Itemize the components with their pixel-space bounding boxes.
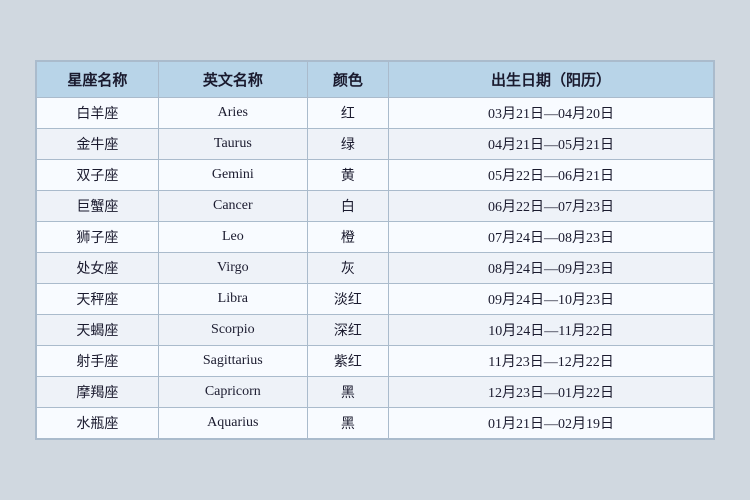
cell-color: 绿 xyxy=(307,129,388,160)
cell-date: 07月24日—08月23日 xyxy=(389,222,714,253)
cell-en: Aquarius xyxy=(158,408,307,439)
cell-cn: 射手座 xyxy=(37,346,159,377)
cell-date: 01月21日—02月19日 xyxy=(389,408,714,439)
header-color: 颜色 xyxy=(307,62,388,98)
cell-cn: 天秤座 xyxy=(37,284,159,315)
cell-en: Aries xyxy=(158,98,307,129)
cell-color: 深红 xyxy=(307,315,388,346)
cell-date: 11月23日—12月22日 xyxy=(389,346,714,377)
cell-color: 橙 xyxy=(307,222,388,253)
cell-cn: 水瓶座 xyxy=(37,408,159,439)
table-row: 白羊座Aries红03月21日—04月20日 xyxy=(37,98,714,129)
table-row: 天秤座Libra淡红09月24日—10月23日 xyxy=(37,284,714,315)
table-row: 天蝎座Scorpio深红10月24日—11月22日 xyxy=(37,315,714,346)
cell-color: 黑 xyxy=(307,377,388,408)
cell-en: Gemini xyxy=(158,160,307,191)
cell-en: Scorpio xyxy=(158,315,307,346)
cell-cn: 摩羯座 xyxy=(37,377,159,408)
table-row: 水瓶座Aquarius黑01月21日—02月19日 xyxy=(37,408,714,439)
cell-date: 03月21日—04月20日 xyxy=(389,98,714,129)
cell-en: Capricorn xyxy=(158,377,307,408)
cell-color: 黑 xyxy=(307,408,388,439)
table-row: 金牛座Taurus绿04月21日—05月21日 xyxy=(37,129,714,160)
cell-cn: 白羊座 xyxy=(37,98,159,129)
cell-en: Libra xyxy=(158,284,307,315)
cell-color: 灰 xyxy=(307,253,388,284)
cell-date: 10月24日—11月22日 xyxy=(389,315,714,346)
cell-en: Taurus xyxy=(158,129,307,160)
cell-color: 白 xyxy=(307,191,388,222)
cell-color: 紫红 xyxy=(307,346,388,377)
cell-date: 06月22日—07月23日 xyxy=(389,191,714,222)
cell-color: 黄 xyxy=(307,160,388,191)
table-row: 狮子座Leo橙07月24日—08月23日 xyxy=(37,222,714,253)
cell-cn: 双子座 xyxy=(37,160,159,191)
cell-color: 红 xyxy=(307,98,388,129)
cell-color: 淡红 xyxy=(307,284,388,315)
zodiac-table: 星座名称 英文名称 颜色 出生日期（阳历） 白羊座Aries红03月21日—04… xyxy=(35,60,715,440)
cell-en: Cancer xyxy=(158,191,307,222)
cell-cn: 狮子座 xyxy=(37,222,159,253)
cell-cn: 天蝎座 xyxy=(37,315,159,346)
table-row: 巨蟹座Cancer白06月22日—07月23日 xyxy=(37,191,714,222)
header-cn: 星座名称 xyxy=(37,62,159,98)
cell-date: 08月24日—09月23日 xyxy=(389,253,714,284)
table-row: 处女座Virgo灰08月24日—09月23日 xyxy=(37,253,714,284)
cell-cn: 巨蟹座 xyxy=(37,191,159,222)
table-row: 摩羯座Capricorn黑12月23日—01月22日 xyxy=(37,377,714,408)
cell-date: 12月23日—01月22日 xyxy=(389,377,714,408)
cell-date: 09月24日—10月23日 xyxy=(389,284,714,315)
header-date: 出生日期（阳历） xyxy=(389,62,714,98)
cell-date: 04月21日—05月21日 xyxy=(389,129,714,160)
header-en: 英文名称 xyxy=(158,62,307,98)
cell-cn: 处女座 xyxy=(37,253,159,284)
table-row: 射手座Sagittarius紫红11月23日—12月22日 xyxy=(37,346,714,377)
cell-cn: 金牛座 xyxy=(37,129,159,160)
cell-date: 05月22日—06月21日 xyxy=(389,160,714,191)
table-header-row: 星座名称 英文名称 颜色 出生日期（阳历） xyxy=(37,62,714,98)
cell-en: Virgo xyxy=(158,253,307,284)
cell-en: Leo xyxy=(158,222,307,253)
cell-en: Sagittarius xyxy=(158,346,307,377)
table-row: 双子座Gemini黄05月22日—06月21日 xyxy=(37,160,714,191)
